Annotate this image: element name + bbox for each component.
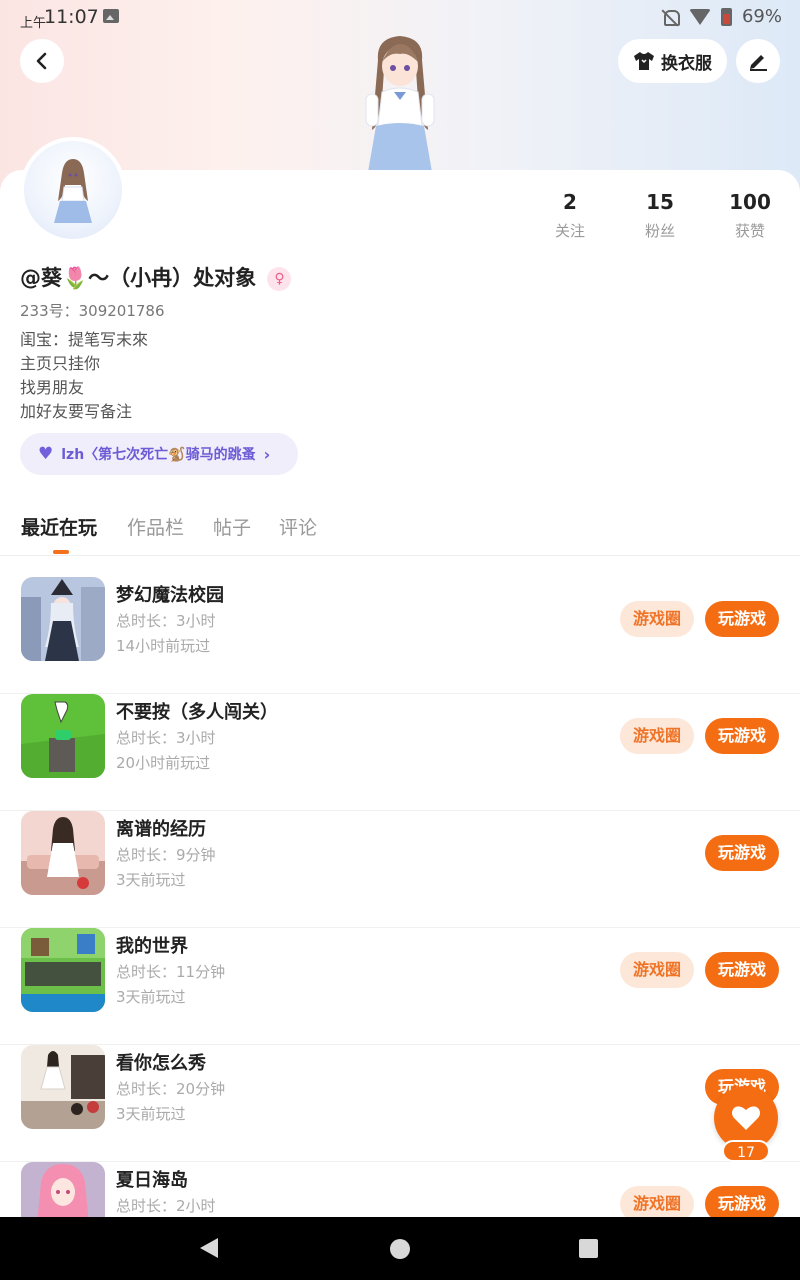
nav-back-icon[interactable]: [200, 1238, 218, 1258]
following-count: 2: [563, 190, 577, 214]
game-name: 不要按（多人闯关）: [116, 702, 278, 723]
battery-icon: [720, 7, 732, 26]
nav-recents-icon[interactable]: [579, 1239, 598, 1258]
game-last-played: 3天前玩过: [116, 1105, 186, 1123]
notifications-off-icon: [661, 8, 680, 26]
stat-likes[interactable]: 100 获赞: [710, 190, 790, 241]
play-game-button[interactable]: 玩游戏: [705, 601, 779, 637]
tab-comments[interactable]: 评论: [279, 513, 317, 540]
tab-recently-played[interactable]: 最近在玩: [21, 513, 97, 540]
relationship-label: lzh〈第七次死亡🐒骑马的跳蚤: [61, 447, 256, 463]
gallery-icon: [103, 9, 119, 23]
game-thumbnail: [21, 694, 105, 778]
game-last-played: 3天前玩过: [116, 988, 186, 1006]
game-row[interactable]: 不要按（多人闯关） 总时长：3小时 20小时前玩过 游戏圈 玩游戏: [0, 694, 800, 811]
nickname: @葵🌷～（小冉）处对象 ♀: [20, 262, 292, 292]
following-label: 关注: [554, 222, 585, 240]
chevron-right-icon: ›: [263, 444, 271, 464]
game-duration: 总时长：3小时: [116, 612, 216, 630]
pencil-icon: [750, 55, 767, 71]
game-duration: 总时长：2小时: [116, 1197, 216, 1215]
bio-line: 加好友要写备注: [20, 402, 133, 421]
game-duration: 总时长：9分钟: [116, 846, 216, 864]
avatar-3d-figure: [365, 36, 435, 172]
relationship-pill[interactable]: ♥ lzh〈第七次死亡🐒骑马的跳蚤 ›: [20, 433, 298, 475]
tab-works[interactable]: 作品栏: [127, 513, 184, 540]
tab-posts[interactable]: 帖子: [213, 513, 251, 540]
game-row[interactable]: 离谱的经历 总时长：9分钟 3天前玩过 玩游戏: [0, 811, 800, 928]
back-button[interactable]: [20, 39, 64, 83]
game-circle-button[interactable]: 游戏圈: [620, 601, 694, 637]
chevron-left-icon: [36, 52, 47, 70]
female-icon: ♀: [267, 267, 292, 291]
heart-icon: ♥: [38, 444, 54, 464]
bio-line: 闺宝：提笔写末來: [20, 330, 149, 349]
game-thumbnail: [21, 577, 105, 661]
likes-label: 获赞: [734, 222, 765, 240]
system-navigation-bar: [0, 1217, 800, 1280]
play-game-button[interactable]: 玩游戏: [705, 835, 779, 871]
game-thumbnail: [21, 811, 105, 895]
status-ampm: 上午: [20, 16, 47, 31]
game-row[interactable]: 看你怎么秀 总时长：20分钟 3天前玩过 玩游戏: [0, 1045, 800, 1162]
status-bar: 上午 11:07 69%: [0, 0, 800, 34]
fans-count: 15: [646, 190, 674, 214]
change-outfit-label: 换衣服: [661, 53, 712, 74]
wifi-icon: [688, 8, 711, 25]
game-last-played: 3天前玩过: [116, 871, 186, 889]
shirt-icon: [634, 52, 654, 70]
game-duration: 总时长：3小时: [116, 729, 216, 747]
edit-profile-button[interactable]: [736, 39, 780, 83]
game-last-played: 20小时前玩过: [116, 754, 211, 772]
game-last-played: 14小时前玩过: [116, 637, 211, 655]
avatar-image: [54, 159, 92, 223]
change-outfit-button[interactable]: 换衣服: [618, 39, 727, 83]
game-name: 夏日海岛: [116, 1170, 188, 1191]
game-duration: 总时长：20分钟: [116, 1080, 226, 1098]
game-row[interactable]: 梦幻魔法校园 总时长：3小时 14小时前玩过 游戏圈 玩游戏: [0, 577, 800, 694]
game-circle-button[interactable]: 游戏圈: [620, 718, 694, 754]
game-circle-button[interactable]: 游戏圈: [620, 952, 694, 988]
nickname-text: @葵🌷～（小冉）处对象: [20, 266, 257, 290]
fans-label: 粉丝: [644, 222, 675, 240]
user-id: 233号：309201786: [20, 302, 165, 320]
game-thumbnail: [21, 1045, 105, 1129]
nav-home-icon[interactable]: [390, 1239, 410, 1259]
likes-count: 100: [729, 190, 771, 214]
bio-line: 主页只挂你: [20, 354, 101, 373]
heart-icon: [732, 1106, 760, 1130]
game-name: 离谱的经历: [116, 819, 206, 840]
game-name: 梦幻魔法校园: [116, 585, 224, 606]
play-game-button[interactable]: 玩游戏: [705, 718, 779, 754]
game-name: 我的世界: [116, 936, 188, 957]
battery-percent: 69%: [741, 6, 782, 27]
play-game-button[interactable]: 玩游戏: [705, 952, 779, 988]
like-count: 17: [722, 1140, 770, 1162]
bio-line: 找男朋友: [20, 378, 85, 397]
status-time: 11:07: [44, 6, 99, 28]
profile-tabs: 最近在玩 作品栏 帖子 评论: [0, 510, 800, 556]
stat-fans[interactable]: 15 粉丝: [620, 190, 700, 241]
stat-following[interactable]: 2 关注: [530, 190, 610, 241]
game-name: 看你怎么秀: [116, 1053, 206, 1074]
bio: 闺宝：提笔写末來 主页只挂你 找男朋友 加好友要写备注: [20, 328, 148, 424]
game-duration: 总时长：11分钟: [116, 963, 226, 981]
avatar[interactable]: [20, 137, 126, 243]
tab-indicator: [53, 550, 69, 554]
game-row[interactable]: 我的世界 总时长：11分钟 3天前玩过 游戏圈 玩游戏: [0, 928, 800, 1045]
game-thumbnail: [21, 928, 105, 1012]
